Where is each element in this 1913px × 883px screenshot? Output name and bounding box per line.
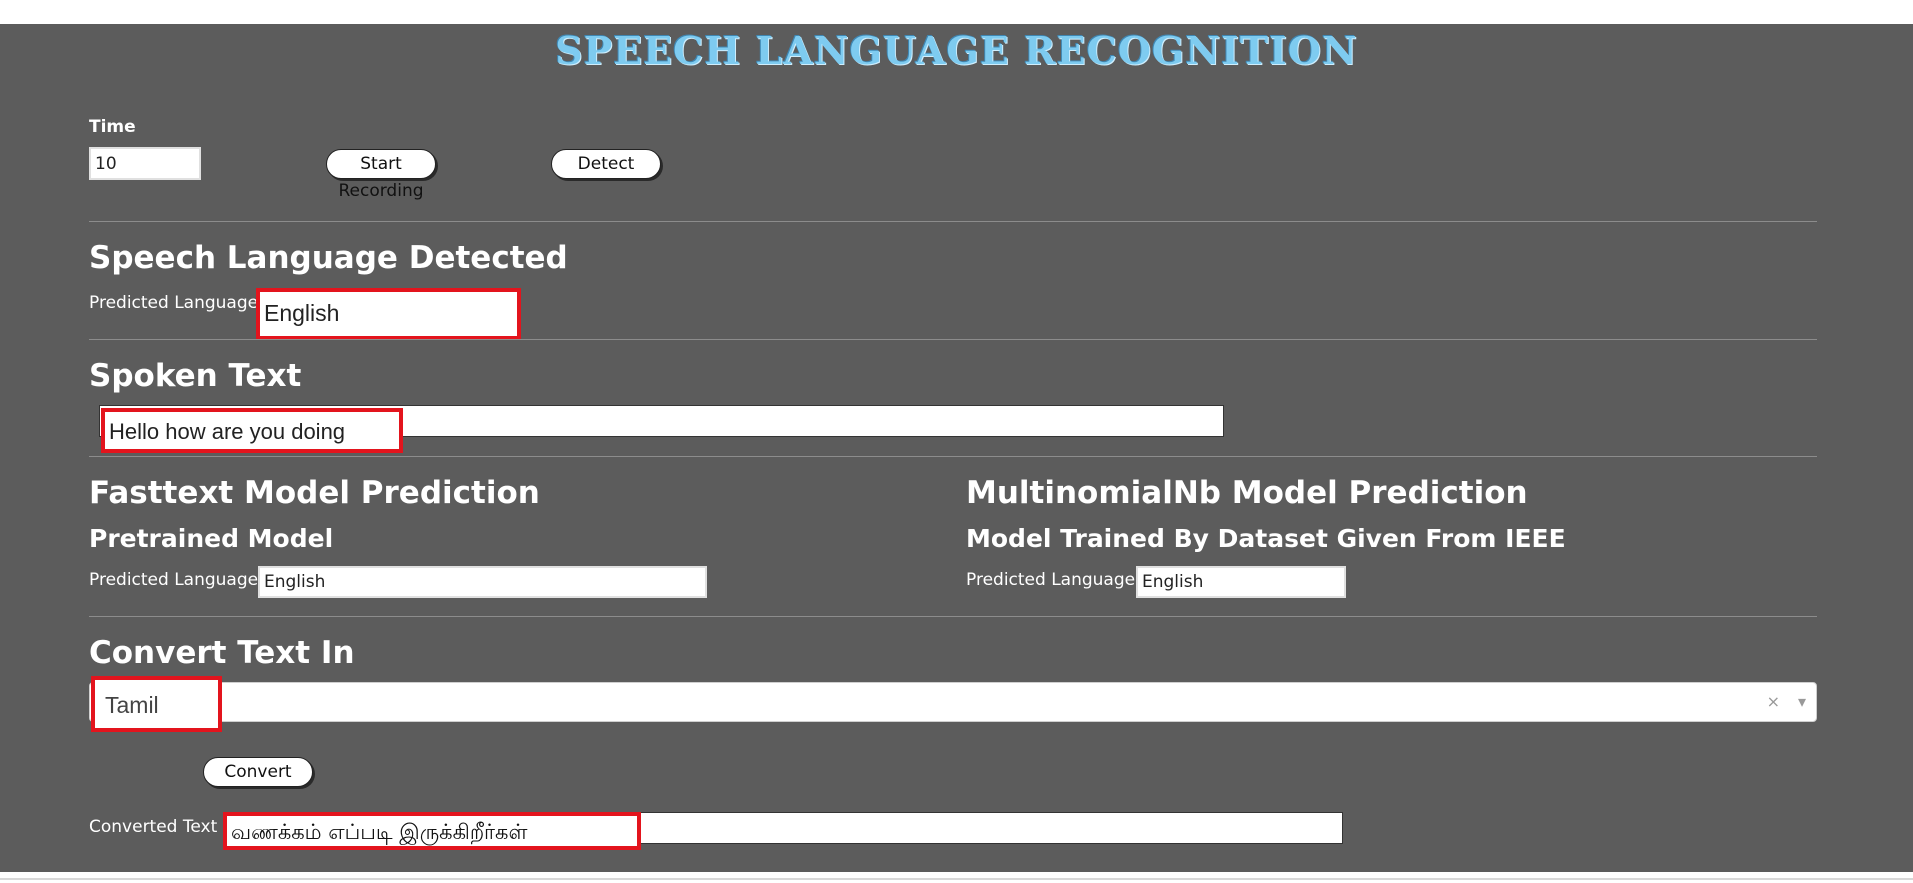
predicted-language-label: Predicted Language <box>89 293 259 313</box>
convert-button[interactable]: Convert <box>203 757 313 787</box>
divider <box>89 339 1817 340</box>
selected-language-value: Tamil <box>91 676 222 732</box>
recording-label: Recording <box>338 181 424 201</box>
multinomial-predicted-field[interactable] <box>1136 566 1346 598</box>
converted-text-value: வணக்கம் எப்படி இருக்கிறீர்கள் <box>223 812 641 850</box>
divider <box>89 456 1817 457</box>
divider <box>89 616 1817 617</box>
multinomial-predicted-label: Predicted Language <box>966 570 1136 590</box>
language-select[interactable]: × ▾ <box>89 682 1817 722</box>
app-panel: SPEECH LANGUAGE RECOGNITION Time Start R… <box>0 24 1913 872</box>
chevron-down-icon[interactable]: ▾ <box>1798 692 1806 711</box>
page-title: SPEECH LANGUAGE RECOGNITION <box>555 28 1358 73</box>
convert-heading: Convert Text In <box>89 635 355 671</box>
fasttext-subheading: Pretrained Model <box>89 524 334 553</box>
multinomial-subheading: Model Trained By Dataset Given From IEEE <box>966 524 1566 553</box>
speech-language-heading: Speech Language Detected <box>89 240 568 276</box>
detect-button[interactable]: Detect <box>551 149 661 179</box>
fasttext-predicted-label: Predicted Language <box>89 570 259 590</box>
fasttext-heading: Fasttext Model Prediction <box>89 475 540 511</box>
start-recording-button[interactable]: Start <box>326 149 436 179</box>
clear-icon[interactable]: × <box>1767 692 1780 711</box>
divider <box>89 221 1817 222</box>
speech-predicted-language-field: English <box>256 288 521 340</box>
spoken-text-value: Hello how are you doing <box>101 408 403 453</box>
bottom-divider <box>0 878 1913 880</box>
fasttext-predicted-field[interactable] <box>258 566 707 598</box>
time-input[interactable] <box>89 147 201 180</box>
spoken-text-heading: Spoken Text <box>89 358 302 394</box>
converted-text-label: Converted Text <box>89 817 218 837</box>
time-label: Time <box>89 117 136 137</box>
multinomial-heading: MultinomialNb Model Prediction <box>966 475 1528 511</box>
